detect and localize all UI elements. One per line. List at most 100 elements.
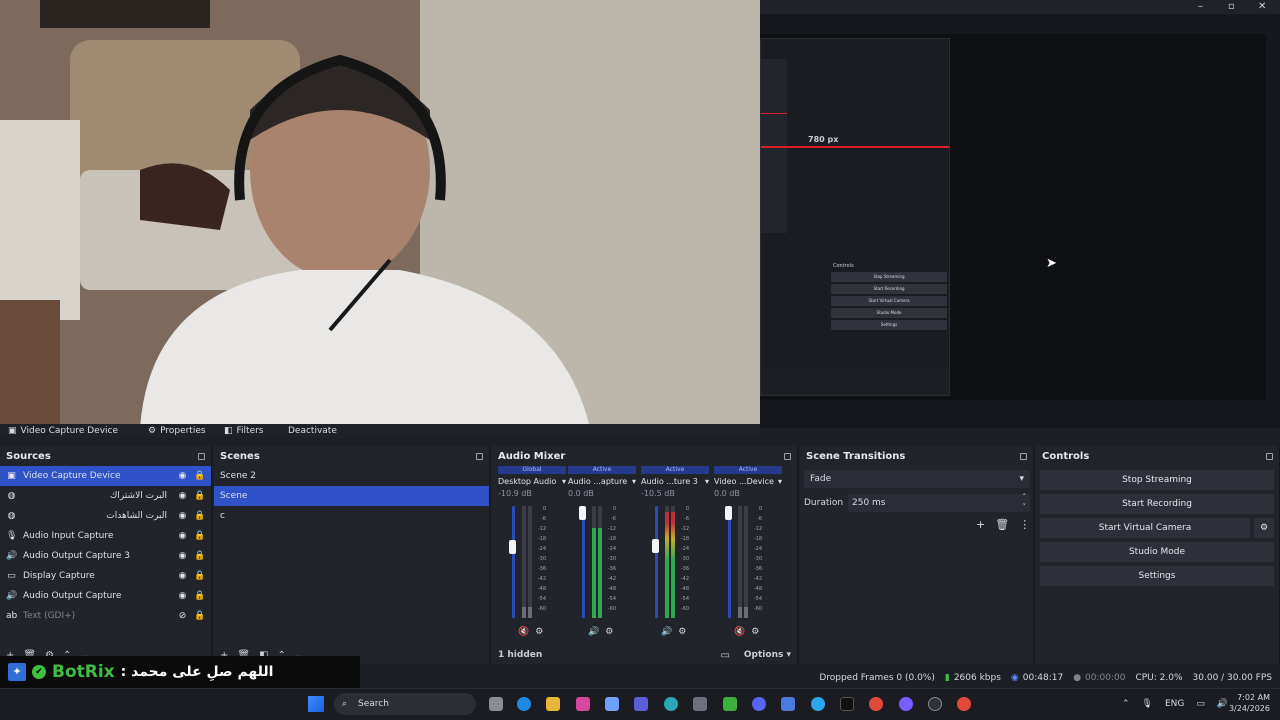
transition-select[interactable]: Fade ▾ <box>804 470 1030 488</box>
eye-off-icon[interactable]: ⊘ <box>177 611 188 621</box>
close-icon[interactable]: ✕ <box>1258 1 1266 13</box>
app-icon-3[interactable] <box>693 697 707 711</box>
channel-name[interactable]: Video ...Device ▾ <box>714 477 782 486</box>
microphone-icon[interactable]: 🎙 <box>1142 699 1153 709</box>
channel-settings-icon[interactable]: ⚙ <box>751 627 759 637</box>
lock-icon[interactable]: 🔒 <box>194 511 205 521</box>
trash-icon[interactable]: 🗑 <box>995 518 1009 531</box>
taskbar-clock[interactable]: 7:02 AM 3/24/2026 <box>1222 692 1270 714</box>
hidden-count[interactable]: 1 hidden <box>498 650 542 660</box>
add-icon[interactable]: + <box>976 518 985 531</box>
source-item[interactable]: ab Text (GDI+) ⊘ 🔒 <box>0 606 211 626</box>
chevron-down-icon[interactable]: ▾ <box>632 477 636 486</box>
scene-item[interactable]: Scene 2 <box>214 466 489 486</box>
minimize-icon[interactable]: – <box>1198 1 1203 13</box>
tiktok-icon[interactable] <box>840 697 854 711</box>
properties-button[interactable]: ⚙ Properties <box>148 426 224 436</box>
eye-icon[interactable]: ◉ <box>177 571 188 581</box>
undock-icon[interactable] <box>476 452 483 460</box>
app-icon-1[interactable] <box>634 697 648 711</box>
fader-handle[interactable] <box>509 540 516 555</box>
obs-icon[interactable] <box>928 697 942 711</box>
lock-icon[interactable]: 🔒 <box>194 531 205 541</box>
start-virtual-camera-button[interactable]: Start Virtual Camera <box>1040 518 1250 538</box>
volume-fader[interactable] <box>655 506 658 618</box>
undock-icon[interactable] <box>1020 452 1027 460</box>
duration-input[interactable]: 250 ms ˄ ˅ <box>848 492 1030 512</box>
windows-start-icon[interactable] <box>308 696 324 712</box>
layout-icon[interactable]: ▭ <box>720 650 729 661</box>
channel-settings-icon[interactable]: ⚙ <box>605 627 613 637</box>
undock-icon[interactable] <box>784 452 791 460</box>
stepper-icon[interactable]: ˄ ˅ <box>1023 492 1027 512</box>
maximize-icon[interactable]: ▫ <box>1228 1 1235 13</box>
start-recording-button[interactable]: Start Recording <box>1040 494 1274 514</box>
volume-fader[interactable] <box>512 506 515 618</box>
channel-settings-icon[interactable]: ⚙ <box>678 627 686 637</box>
muted-speaker-icon[interactable]: 🔇 <box>734 627 745 637</box>
eye-icon[interactable]: ◉ <box>177 511 188 521</box>
lock-icon[interactable]: 🔒 <box>194 471 205 481</box>
lock-icon[interactable]: 🔒 <box>194 491 205 501</box>
fader-handle[interactable] <box>579 506 586 520</box>
taskbar-search[interactable]: ⌕ Search <box>334 693 476 715</box>
undock-icon[interactable] <box>1266 452 1273 460</box>
app-icon-6[interactable] <box>899 697 913 711</box>
lock-icon[interactable]: 🔒 <box>194 551 205 561</box>
lock-icon[interactable]: 🔒 <box>194 591 205 601</box>
app-icon-2[interactable] <box>664 697 678 711</box>
more-icon[interactable]: ⋮ <box>1019 518 1030 531</box>
deactivate-button[interactable]: Deactivate <box>288 426 337 436</box>
chrome-icon[interactable] <box>869 697 883 711</box>
eye-icon[interactable]: ◉ <box>177 491 188 501</box>
channel-settings-icon[interactable]: ⚙ <box>535 627 543 637</box>
source-item[interactable]: ▭ Display Capture ◉ 🔒 <box>0 566 211 586</box>
source-item[interactable]: 🔊 Audio Output Capture ◉ 🔒 <box>0 586 211 606</box>
eye-icon[interactable]: ◉ <box>177 471 188 481</box>
studio-mode-button[interactable]: Studio Mode <box>1040 542 1274 562</box>
display-icon[interactable]: ▭ <box>1196 699 1205 709</box>
source-item[interactable]: ◍ البرت الاشتراك ◉ 🔒 <box>0 486 211 506</box>
app-icon-4[interactable] <box>723 697 737 711</box>
eye-icon[interactable]: ◉ <box>177 551 188 561</box>
virtual-camera-settings-icon[interactable]: ⚙ <box>1254 518 1274 538</box>
source-item[interactable]: ◍ البرت الشاهدات ◉ 🔒 <box>0 506 211 526</box>
channel-name[interactable]: Audio ...apture ▾ <box>568 477 636 486</box>
stop-streaming-button[interactable]: Stop Streaming <box>1040 470 1274 490</box>
discord-icon[interactable] <box>752 697 766 711</box>
scene-item[interactable]: c <box>214 506 489 526</box>
undock-icon[interactable] <box>198 452 205 460</box>
muted-speaker-icon[interactable]: 🔇 <box>518 627 529 637</box>
file-explorer-icon[interactable] <box>546 697 560 711</box>
app-icon-5[interactable] <box>781 697 795 711</box>
edge-icon[interactable] <box>517 697 531 711</box>
chevron-down-icon[interactable]: ▾ <box>778 477 782 486</box>
filters-button[interactable]: ◧ Filters <box>224 426 288 436</box>
fader-handle[interactable] <box>725 506 732 520</box>
speaker-icon[interactable]: 🔊 <box>588 627 599 637</box>
volume-fader[interactable] <box>728 506 731 618</box>
source-item[interactable]: ▣ Video Capture Device ◉ 🔒 <box>0 466 211 486</box>
chrome-icon-2[interactable] <box>957 697 971 711</box>
fader-handle[interactable] <box>652 539 659 554</box>
store-icon[interactable] <box>605 697 619 711</box>
lock-icon[interactable]: 🔒 <box>194 611 205 621</box>
channel-name[interactable]: Audio ...ture 3 ▾ <box>641 477 709 486</box>
chevron-down-icon[interactable]: ▾ <box>562 477 566 486</box>
volume-fader[interactable] <box>582 506 585 618</box>
channel-name[interactable]: Desktop Audio ▾ <box>498 477 566 486</box>
settings-button[interactable]: Settings <box>1040 566 1274 586</box>
lock-icon[interactable]: 🔒 <box>194 571 205 581</box>
chevron-up-icon[interactable]: ⌃ <box>1122 699 1130 709</box>
source-item[interactable]: 🔊 Audio Output Capture 3 ◉ 🔒 <box>0 546 211 566</box>
scene-item[interactable]: Scene <box>214 486 489 506</box>
language-indicator[interactable]: ENG <box>1165 699 1184 709</box>
eye-icon[interactable]: ◉ <box>177 531 188 541</box>
speaker-icon[interactable]: 🔊 <box>661 627 672 637</box>
mixer-options-button[interactable]: Options ▾ <box>744 650 791 660</box>
task-view-icon[interactable] <box>489 697 503 711</box>
eye-icon[interactable]: ◉ <box>177 591 188 601</box>
source-item[interactable]: 🎙 Audio Input Capture ◉ 🔒 <box>0 526 211 546</box>
telegram-icon[interactable] <box>811 697 825 711</box>
copilot-icon[interactable] <box>576 697 590 711</box>
